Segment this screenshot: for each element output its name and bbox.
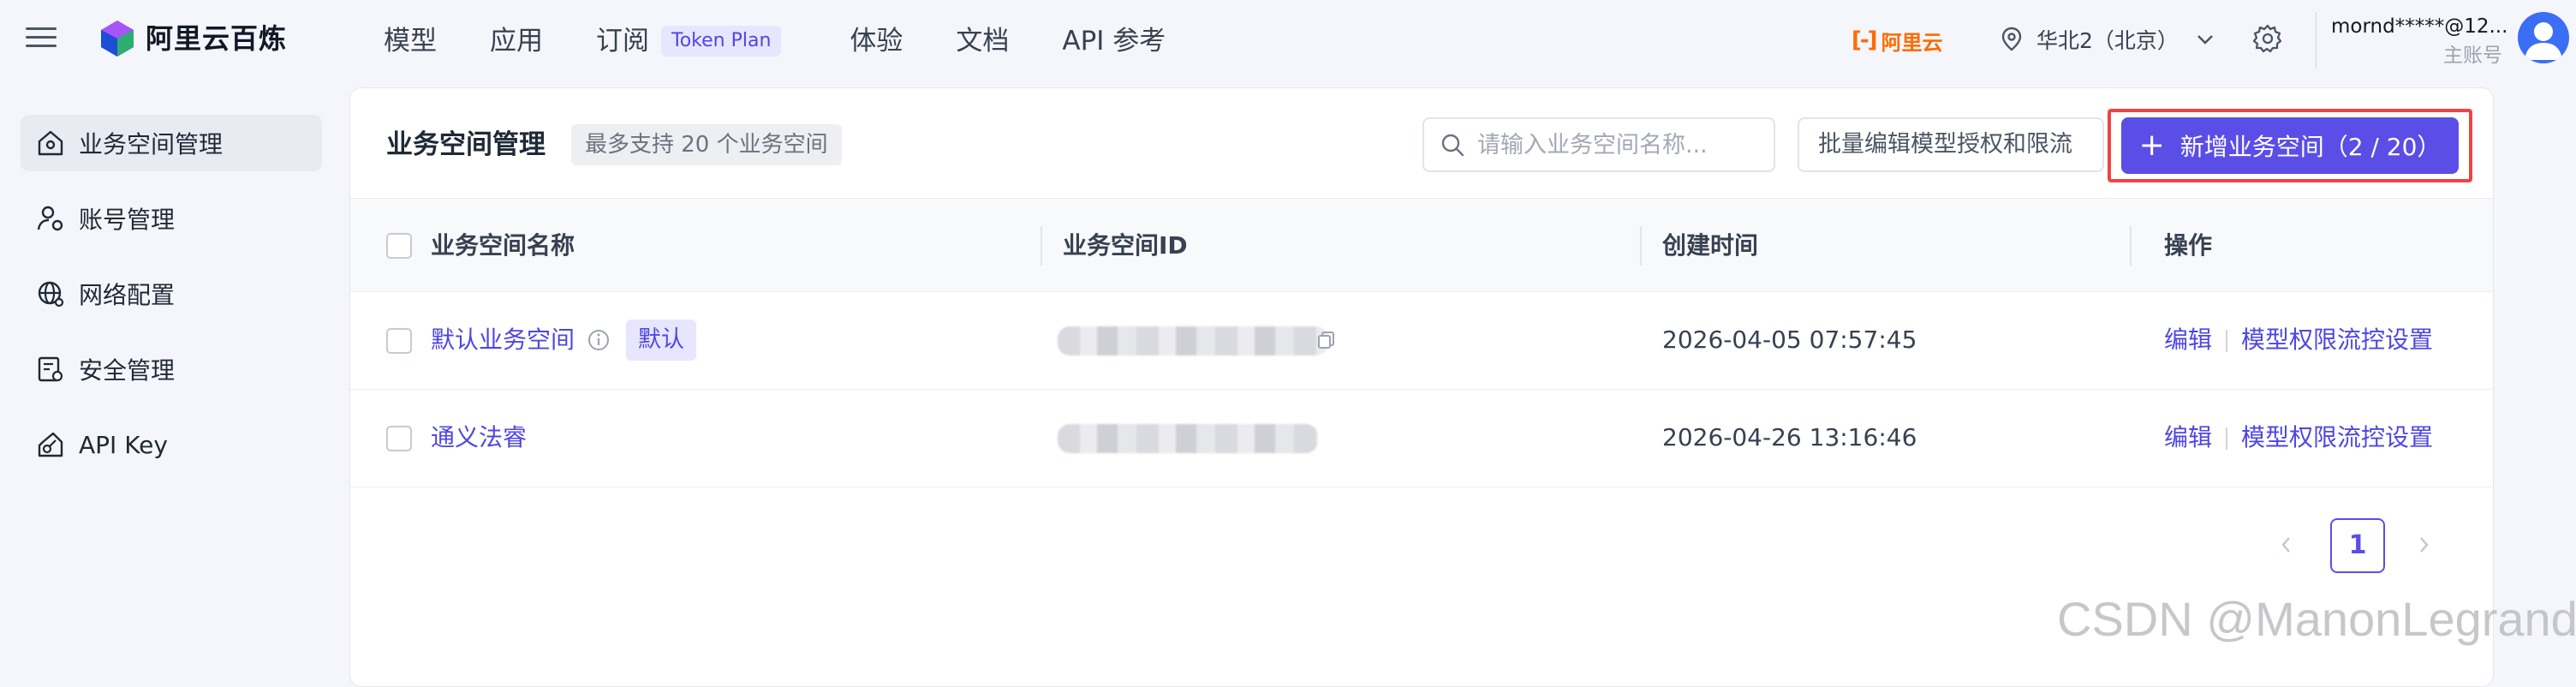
nav-api-reference-label: API 参考 [1062, 26, 1166, 57]
column-header-name: 业务空间名称 [431, 231, 575, 260]
chevron-left-icon[interactable] [2275, 534, 2298, 556]
column-divider [1640, 226, 1642, 266]
nav-apps[interactable]: 应用 [490, 21, 543, 61]
nav-subscription[interactable]: 订阅 Token Plan [596, 21, 782, 61]
table-row: 通义法睿 2026-04-26 13:16:46 编辑 模型权限流控设置 [350, 390, 2493, 487]
copy-icon[interactable] [1316, 330, 1337, 350]
security-document-icon [38, 356, 63, 382]
nav-docs-label: 文档 [956, 26, 1010, 57]
sidebar-item-label: 网络配置 [79, 281, 176, 309]
column-divider [2130, 226, 2132, 266]
workspace-limit-hint: 最多支持 20 个业务空间 [571, 124, 842, 165]
search-input[interactable] [1477, 131, 1768, 158]
sidebar-item-accounts[interactable]: 账号管理 [21, 190, 322, 247]
menu-icon[interactable] [26, 24, 58, 51]
region-selector[interactable]: 华北2（北京） [2001, 22, 2215, 57]
avatar[interactable] [2518, 12, 2569, 63]
brand-name[interactable]: 阿里云百炼 [146, 19, 287, 58]
nav-apps-label: 应用 [490, 26, 543, 57]
table-row: 默认业务空间 默认 2026-04-05 07:57:45 编辑 模型权限流控设… [350, 292, 2493, 390]
workspace-id-redacted [1058, 424, 1318, 453]
created-time: 2026-04-26 13:16:46 [1662, 423, 1917, 451]
edit-link[interactable]: 编辑 [2164, 323, 2212, 357]
sidebar-item-security[interactable]: 安全管理 [21, 341, 322, 397]
search-box[interactable] [1422, 117, 1775, 172]
sidebar-item-workspace[interactable]: 业务空间管理 [21, 115, 322, 171]
chevron-right-icon[interactable] [2412, 534, 2435, 556]
model-permission-link[interactable]: 模型权限流控设置 [2241, 421, 2433, 455]
top-bar: 阿里云百炼 模型 应用 订阅 Token Plan 体验 文档 API 参考 [… [0, 0, 2576, 82]
workspace-name-link[interactable]: 通义法睿 [431, 421, 527, 455]
account-name: mornd*****@12... [2331, 15, 2508, 38]
created-time: 2026-04-05 07:57:45 [1662, 326, 1917, 354]
column-header-actions: 操作 [2164, 231, 2213, 260]
location-pin-icon [2001, 27, 2022, 51]
token-plan-badge: Token Plan [661, 26, 782, 57]
sidebar-item-label: 安全管理 [79, 356, 176, 385]
page-title: 业务空间管理 [386, 129, 546, 160]
nav-models-label: 模型 [384, 26, 437, 57]
sidebar-item-network[interactable]: 网络配置 [21, 266, 322, 322]
select-all-checkbox[interactable] [386, 233, 412, 259]
add-workspace-button-label: 新增业务空间（2 / 20） [2179, 133, 2442, 161]
nav-playground-label: 体验 [850, 26, 903, 57]
aliyun-logo-text: 阿里云 [1881, 30, 1943, 55]
top-navigation: 模型 应用 订阅 Token Plan 体验 文档 API 参考 [384, 0, 1219, 82]
aliyun-logo[interactable]: [-] 阿里云 [1852, 23, 1943, 57]
user-avatar-icon [2525, 22, 2562, 60]
chevron-down-icon [2197, 35, 2213, 45]
model-permission-link[interactable]: 模型权限流控设置 [2241, 323, 2433, 357]
action-divider [2226, 330, 2227, 352]
workspace-id-redacted [1058, 326, 1328, 355]
batch-edit-button[interactable]: 批量编辑模型授权和限流 [1798, 117, 2104, 172]
nav-playground[interactable]: 体验 [850, 21, 903, 61]
watermark-text: CSDN @ManonLegrand [2057, 592, 2576, 646]
default-badge: 默认 [626, 320, 696, 361]
home-icon [38, 130, 63, 156]
account-info[interactable]: mornd*****@12... 主账号 [2331, 12, 2508, 70]
region-label: 华北2（北京） [2036, 28, 2179, 53]
bailian-logo-icon[interactable] [98, 19, 137, 58]
add-workspace-button[interactable]: + 新增业务空间（2 / 20） [2121, 117, 2459, 174]
plus-icon: + [2138, 128, 2165, 163]
sidebar-item-api-key[interactable]: API Key [21, 416, 322, 473]
table-header: 业务空间名称 业务空间ID 创建时间 操作 [350, 198, 2493, 292]
sidebar-item-label: API Key [79, 430, 168, 459]
column-header-id: 业务空间ID [1063, 231, 1188, 260]
pagination-page-current[interactable]: 1 [2330, 518, 2385, 573]
account-role: 主账号 [2443, 45, 2502, 67]
workspace-name-link[interactable]: 默认业务空间 [431, 323, 575, 357]
column-divider [1041, 226, 1042, 266]
globe-network-icon [38, 281, 64, 308]
action-divider [2226, 427, 2227, 450]
search-icon [1441, 134, 1464, 157]
user-settings-icon [37, 206, 63, 231]
nav-docs[interactable]: 文档 [956, 21, 1009, 61]
gear-icon[interactable] [2252, 23, 2283, 54]
edit-link[interactable]: 编辑 [2164, 421, 2212, 455]
column-header-created: 创建时间 [1662, 231, 1759, 260]
info-icon[interactable] [587, 328, 611, 352]
sidebar-item-label: 账号管理 [79, 206, 176, 234]
row-checkbox[interactable] [386, 426, 412, 451]
sidebar-item-label: 业务空间管理 [79, 130, 224, 158]
nav-models[interactable]: 模型 [384, 21, 437, 61]
aliyun-bracket-icon: [-] [1852, 27, 1878, 53]
nav-subscription-label: 订阅 [596, 26, 649, 57]
row-checkbox[interactable] [386, 328, 412, 354]
key-icon [38, 432, 63, 457]
header-divider [2316, 12, 2317, 69]
sidebar: 业务空间管理 账号管理 网络配置 安全管理 API Key [21, 115, 322, 492]
nav-api-reference[interactable]: API 参考 [1062, 21, 1166, 61]
